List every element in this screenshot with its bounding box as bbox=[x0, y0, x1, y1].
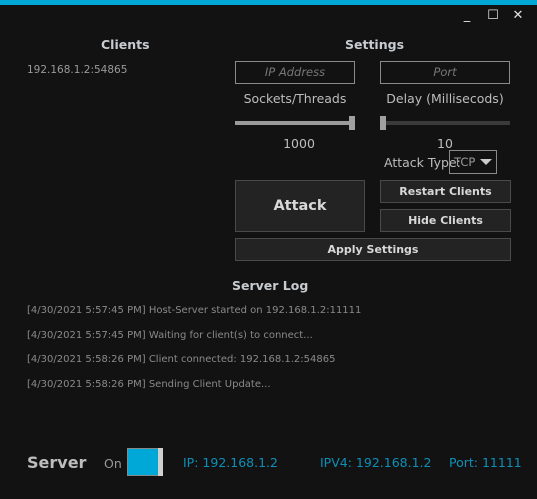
chevron-down-icon bbox=[480, 159, 492, 165]
slider-thumb[interactable] bbox=[380, 116, 386, 130]
log-line: [4/30/2021 5:57:45 PM] Waiting for clien… bbox=[27, 330, 313, 341]
sockets-label: Sockets/Threads bbox=[243, 91, 347, 106]
minimize-button[interactable]: _ bbox=[459, 8, 475, 23]
server-log-title: Server Log bbox=[232, 278, 309, 293]
attack-type-select[interactable]: TCP bbox=[449, 150, 497, 174]
server-ip: IP: 192.168.1.2 bbox=[183, 455, 278, 470]
apply-settings-button[interactable]: Apply Settings bbox=[235, 238, 511, 261]
server-title: Server bbox=[27, 453, 87, 472]
sockets-value: 1000 bbox=[283, 136, 315, 151]
log-line: [4/30/2021 5:58:26 PM] Sending Client Up… bbox=[27, 379, 271, 390]
toggle-label: On bbox=[104, 456, 122, 471]
slider-track bbox=[380, 121, 510, 125]
server-ipv4: IPV4: 192.168.1.2 bbox=[320, 455, 432, 470]
attack-type-value: TCP bbox=[454, 155, 476, 169]
maximize-button[interactable]: ☐ bbox=[485, 8, 501, 23]
client-list-item[interactable]: 192.168.1.2:54865 bbox=[27, 64, 127, 76]
log-line: [4/30/2021 5:58:26 PM] Client connected:… bbox=[27, 354, 336, 365]
attack-button[interactable]: Attack bbox=[235, 180, 365, 232]
hide-clients-button[interactable]: Hide Clients bbox=[380, 209, 511, 232]
ip-address-input[interactable]: IP Address bbox=[235, 61, 355, 84]
server-port: Port: 11111 bbox=[449, 455, 522, 470]
server-toggle[interactable] bbox=[127, 448, 163, 476]
close-button[interactable]: ✕ bbox=[510, 8, 526, 23]
delay-label: Delay (Millisecods) bbox=[386, 91, 504, 106]
toggle-thumb bbox=[158, 448, 163, 476]
settings-title: Settings bbox=[345, 37, 405, 52]
slider-thumb[interactable] bbox=[349, 116, 355, 130]
title-accent-bar bbox=[0, 0, 537, 5]
clients-title: Clients bbox=[101, 37, 150, 52]
restart-clients-button[interactable]: Restart Clients bbox=[380, 180, 511, 203]
delay-slider[interactable] bbox=[380, 116, 510, 130]
sockets-slider[interactable] bbox=[235, 116, 355, 130]
port-input[interactable]: Port bbox=[380, 61, 510, 84]
delay-value: 10 bbox=[437, 136, 453, 151]
log-line: [4/30/2021 5:57:45 PM] Host-Server start… bbox=[27, 305, 362, 316]
slider-fill bbox=[235, 121, 349, 125]
